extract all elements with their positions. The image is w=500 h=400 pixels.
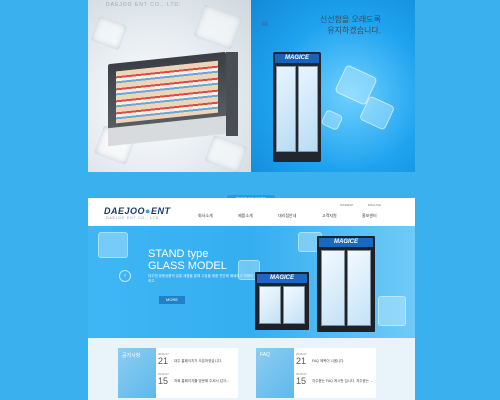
logo-text-a: DAEJOO [104,206,146,216]
site-header: DAEJOO●ENT DAEJOO ENT CO., LTD SITEMAP E… [88,198,415,226]
banner-headline: 신선함을 오래도록 유지하겠습니다. [281,14,381,36]
fridge-logo: MAGICE [256,274,308,283]
nav-item-dealers[interactable]: 대리점안내 [278,213,296,219]
hero-title-line-2: GLASS MODEL [148,260,227,272]
website-mockup: DAEJOO●ENT DAEJOO ENT CO., LTD SITEMAP E… [88,198,415,400]
notice-title: 공지사항 [122,353,141,359]
list-item[interactable]: 2015.07 21 대주 홈페이지가 오픈하였습니다. [158,352,222,366]
faq-title: FAQ [260,352,271,358]
logo-subtitle: DAEJOO ENT CO., LTD [106,216,159,220]
ice-decoration [98,232,128,258]
list-item[interactable]: 2015.07 21 FAQ 제목이 나옵니다. [296,352,344,366]
notice-thumbnail[interactable]: 공지사항 [118,348,156,398]
brand-small-text: DAEJOO ENT CO., LTD. [106,2,182,8]
fridge-panel: ❝ 신선함을 오래도록 유지하겠습니다. MAGICE [251,0,415,172]
item-text: 자주묻는 FAQ 게시판 입니다. 자주묻는 ... [312,379,373,383]
hero-description: 대주엔 응용상품적 유통 제품을 통해 고효율 제품 편안해 폐쇄하고 외형이 … [148,274,258,283]
faq-thumbnail[interactable]: FAQ [256,348,294,398]
hero-section: ‹ STAND type GLASS MODEL 대주엔 응용상품적 유통 제품… [88,226,415,338]
list-item[interactable]: 2015.07 15 저희 홈페이지를 방문해 주셔서 감사... [158,372,229,386]
site-logo[interactable]: DAEJOO●ENT [104,206,170,216]
small-fridge-image: MAGICE [255,272,309,330]
open-showcase-image [108,51,238,148]
faq-card: FAQ 2015.07 21 FAQ 제목이 나옵니다. 2015.07 15 … [256,348,376,398]
headline-line-1: 신선함을 오래도록 [319,15,381,24]
nav-item-support[interactable]: 고객지원 [322,213,337,219]
headline-line-2: 유지하겠습니다. [327,26,381,35]
sitemap-link[interactable]: SITEMAP [340,203,353,207]
list-item[interactable]: 2015.07 15 자주묻는 FAQ 게시판 입니다. 자주묻는 ... [296,372,373,386]
glass-fridge-image: MAGICE [273,52,321,162]
nav-item-company[interactable]: 회사소개 [198,213,213,219]
ice-cube-decoration [320,108,344,132]
item-text: 저희 홈페이지를 방문해 주셔서 감사... [174,379,230,383]
item-day: 21 [158,356,169,366]
more-button[interactable]: MORE [159,296,185,304]
notice-card: 공지사항 2015.07 21 대주 홈페이지가 오픈하였습니다. 2015.0… [118,348,238,398]
ice-decoration [193,4,243,50]
showcase-panel: DAEJOO ENT CO., LTD. [88,0,251,172]
item-day: 15 [296,376,307,386]
item-day: 21 [296,356,307,366]
fridge-logo: MAGICE [318,238,374,247]
nav-item-products[interactable]: 제품소개 [238,213,253,219]
item-text: 대주 홈페이지가 오픈하였습니다. [174,359,222,363]
item-text: FAQ 제목이 나옵니다. [312,359,345,363]
logo-text-b: ENT [150,206,171,216]
fridge-logo: MAGICE [275,54,319,63]
ice-decoration [90,15,128,51]
english-link[interactable]: ENGLISH [368,203,381,207]
top-banner: DAEJOO ENT CO., LTD. ❝ 신선함을 오래도록 유지하겠습니다… [88,0,415,172]
hero-prev-arrow-icon[interactable]: ‹ [119,270,131,282]
hero-title-line-1: STAND type [148,248,209,260]
item-day: 15 [158,376,169,386]
info-section: 공지사항 2015.07 21 대주 홈페이지가 오픈하였습니다. 2015.0… [88,338,415,400]
nav-item-pr[interactable]: 홍보센터 [362,213,377,219]
ice-decoration [378,296,406,326]
quote-icon: ❝ [261,18,269,34]
large-fridge-image: MAGICE [317,236,375,332]
hero-title: STAND type GLASS MODEL [148,248,227,272]
